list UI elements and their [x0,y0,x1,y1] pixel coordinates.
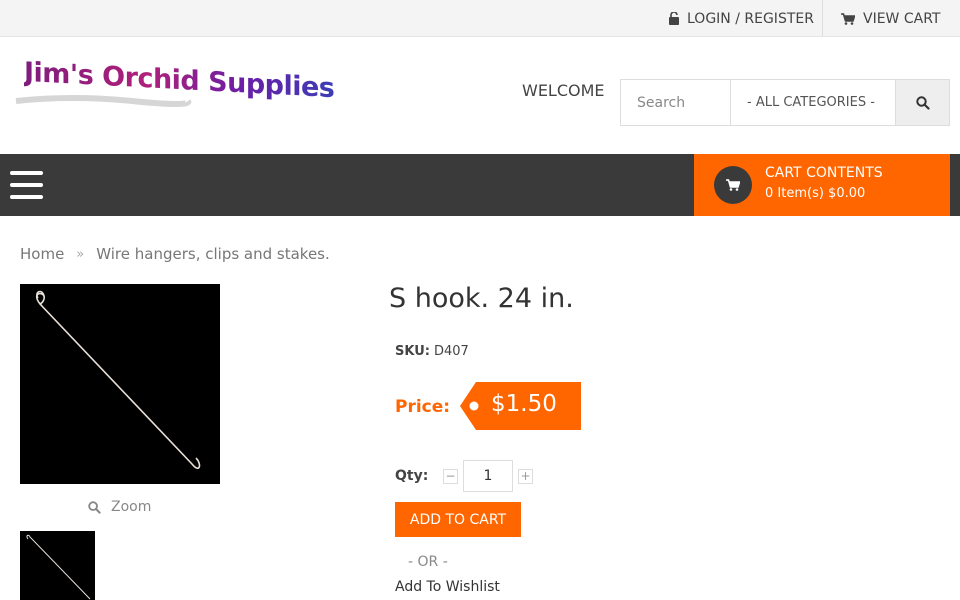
qty-decrease-button[interactable]: − [443,469,458,484]
product-thumbnail[interactable] [20,531,95,600]
site-header: Jim's Orchid Supplies WELCOME - ALL CATE… [0,37,960,154]
cart-circle [714,166,752,204]
topbar-divider [822,0,823,37]
add-to-cart-button[interactable]: ADD TO CART [395,502,521,537]
or-separator: - OR - [408,554,448,570]
zoom-label: Zoom [111,499,152,515]
cart-contents-box[interactable]: CART CONTENTS 0 Item(s) $0.00 [694,154,950,216]
category-selected-label: - ALL CATEGORIES - [747,95,875,110]
qty-input[interactable] [463,460,513,492]
cart-contents-title: CART CONTENTS [765,165,883,181]
login-register-label: LOGIN / REGISTER [687,10,814,27]
search-input[interactable] [621,80,731,125]
s-hook-image [35,290,201,469]
main-nav-bar: CART CONTENTS 0 Item(s) $0.00 [0,154,960,216]
price-label: Price: [395,397,451,417]
category-select[interactable]: - ALL CATEGORIES - [731,80,896,125]
product-main-image[interactable] [20,284,220,484]
zoom-icon [88,500,101,514]
price-value: $1.50 [491,391,557,417]
breadcrumb-current[interactable]: Wire hangers, clips and stakes. [96,245,330,263]
breadcrumb: Home » Wire hangers, clips and stakes. [20,245,330,263]
zoom-button[interactable]: Zoom [88,499,151,515]
view-cart-label: VIEW CART [863,10,941,27]
search-bar: - ALL CATEGORIES - [620,79,950,126]
qty-label: Qty: [395,468,429,484]
sku-label: SKU: [395,344,430,359]
top-bar: LOGIN / REGISTER VIEW CART [0,0,960,37]
view-cart-link[interactable]: VIEW CART [841,0,940,37]
hamburger-icon[interactable] [10,171,43,199]
cart-summary: 0 Item(s) $0.00 [765,186,866,201]
logo-shadow [15,95,192,107]
welcome-text: WELCOME [522,81,605,100]
breadcrumb-separator: » [76,246,85,262]
login-register-link[interactable]: LOGIN / REGISTER [669,0,814,37]
add-to-wishlist-link[interactable]: Add To Wishlist [395,579,500,595]
cart-icon [841,12,855,25]
lock-icon [669,12,679,25]
s-hook-thumbnail-image [26,534,91,600]
sku-value: D407 [433,344,469,359]
product-title: S hook. 24 in. [389,283,574,314]
product-sku: SKU: D407 [395,344,469,359]
site-logo[interactable]: Jim's Orchid Supplies [12,57,334,115]
search-button[interactable] [896,80,949,125]
breadcrumb-home[interactable]: Home [20,245,64,263]
cart-icon [726,179,740,191]
search-icon [915,95,930,110]
qty-increase-button[interactable]: + [518,469,533,484]
